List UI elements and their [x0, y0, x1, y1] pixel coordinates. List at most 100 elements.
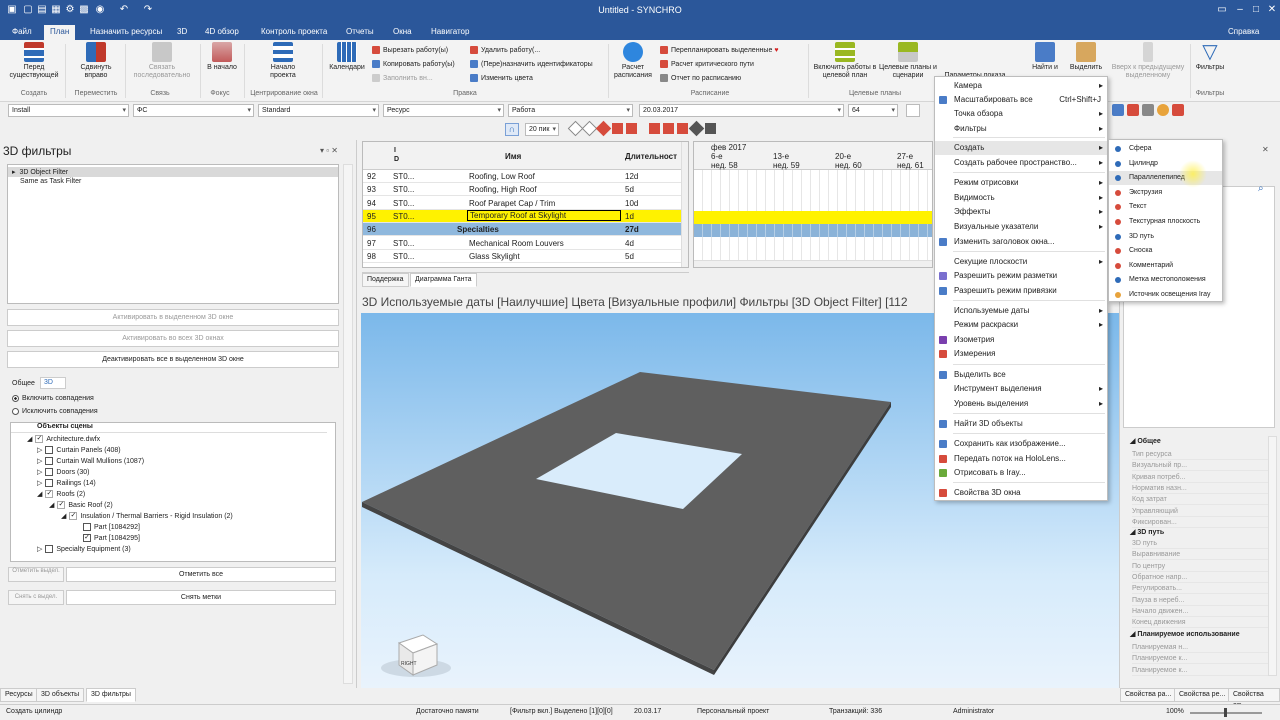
- property-row[interactable]: Регулировать...: [1132, 583, 1276, 595]
- submenu-item[interactable]: Источник освещения Iray: [1109, 288, 1222, 302]
- menu-item[interactable]: Точка обзора: [935, 107, 1107, 121]
- activate-all-button[interactable]: Активировать во всех 3D окнах: [7, 330, 339, 347]
- col-id-header[interactable]: I D: [394, 146, 402, 164]
- property-row[interactable]: Планируемая н...: [1132, 642, 1276, 653]
- table-row[interactable]: 97 ST0... Mechanical Room Louvers 4d: [363, 237, 681, 250]
- menu-item[interactable]: Режим раскраски: [935, 318, 1107, 332]
- critical-path-button[interactable]: Расчет критического пути: [660, 60, 754, 68]
- tab-3d-filter[interactable]: 3D: [40, 377, 66, 389]
- project-start-button[interactable]: Начало проекта: [258, 42, 308, 80]
- tree-node[interactable]: ▷ Curtain Wall Mullions (1087): [37, 457, 144, 465]
- link-sequential-button[interactable]: Связать последовательно: [126, 42, 198, 80]
- unmark-button[interactable]: Снять метки: [66, 590, 336, 605]
- interval-combo[interactable]: 20 пик: [525, 123, 559, 136]
- submenu-item[interactable]: 3D путь: [1109, 230, 1222, 244]
- filter-combo-4[interactable]: Ресурс: [383, 104, 504, 117]
- change-color-button[interactable]: Изменить цвета: [470, 74, 533, 82]
- tree-node[interactable]: ▷ Doors (30): [37, 468, 89, 476]
- menu-item[interactable]: Инструмент выделения: [935, 382, 1107, 396]
- magnet-icon[interactable]: ∩: [505, 123, 519, 136]
- table-row[interactable]: 94 ST0... Roof Parapet Cap / Trim 10d: [363, 197, 681, 210]
- flag-icon[interactable]: [612, 123, 623, 134]
- table-row[interactable]: 95 ST0... Temporary Roof at Skylight 1d: [363, 209, 681, 223]
- link-icon[interactable]: [677, 123, 688, 134]
- filter-item[interactable]: ▸ 3D Object Filter: [8, 167, 338, 177]
- filter-combo-1[interactable]: Install: [8, 104, 129, 117]
- menu-item[interactable]: Отрисовать в Iray...: [935, 466, 1107, 480]
- calendars-button[interactable]: Календари: [326, 42, 368, 72]
- maximize-icon[interactable]: □: [1248, 3, 1264, 17]
- submenu-item[interactable]: Сноска: [1109, 244, 1222, 258]
- tab-windows[interactable]: Окна: [387, 25, 418, 40]
- up-to-prev-button[interactable]: Вверх к предыдущему выделенному: [1106, 42, 1190, 80]
- select-button[interactable]: Выделить: [1066, 42, 1106, 72]
- tab-project-control[interactable]: Контроль проекта: [255, 25, 333, 40]
- tab-4d-review[interactable]: 4D обзор: [199, 25, 245, 40]
- menu-item[interactable]: Сохранить как изображение...: [935, 437, 1107, 451]
- tree-node[interactable]: ▷ Railings (14): [37, 479, 96, 487]
- search-icon[interactable]: ⌕: [1258, 183, 1264, 194]
- tab-3d-objects[interactable]: 3D объекты: [36, 688, 85, 702]
- tree-node[interactable]: ◢ ✓ Insulation / Thermal Barriers - Rigid …: [61, 512, 233, 520]
- menu-item[interactable]: Видимость: [935, 191, 1107, 205]
- tree-node[interactable]: ✓ Part [1084295]: [83, 534, 140, 542]
- display-params-button[interactable]: Параметры показа: [940, 42, 1010, 79]
- toolbar-icon[interactable]: [1172, 104, 1184, 116]
- milestone-icon[interactable]: [595, 120, 612, 137]
- toolbar-icon[interactable]: [906, 104, 920, 117]
- tab-assign-resources[interactable]: Назначить ресурсы: [84, 25, 168, 40]
- toolbar-icon[interactable]: [1112, 104, 1124, 116]
- tree-node[interactable]: Part [1084292]: [83, 523, 140, 531]
- panel-menu-icon[interactable]: ▾ ▫ ✕: [320, 146, 338, 155]
- menu-item[interactable]: Создать рабочее пространство...: [935, 156, 1107, 170]
- toolbar-icon[interactable]: [1157, 104, 1169, 116]
- date-field[interactable]: 20.03.2017: [639, 104, 844, 117]
- submenu-item[interactable]: Текст: [1109, 200, 1222, 214]
- zoom-field[interactable]: 64: [848, 104, 898, 117]
- col-duration-header[interactable]: Длительност: [625, 152, 677, 161]
- menu-item[interactable]: Создать: [935, 141, 1107, 155]
- radio-include[interactable]: Включить совпадения: [12, 395, 94, 402]
- property-row[interactable]: Визуальный пр...: [1132, 460, 1276, 472]
- calc-schedule-button[interactable]: Расчет расписания: [612, 42, 654, 80]
- menu-item[interactable]: Найти 3D объекты: [935, 417, 1107, 431]
- section-general[interactable]: ◢ Общее: [1130, 437, 1161, 445]
- tab-reports[interactable]: Отчеты: [340, 25, 380, 40]
- delete-task-button[interactable]: Удалить работу(...: [470, 46, 540, 54]
- include-target-button[interactable]: Включить работы в целевой план: [812, 42, 878, 80]
- menu-item[interactable]: Масштабировать все Ctrl+Shift+J: [935, 93, 1107, 107]
- tab-3d-filters[interactable]: 3D фильтры: [86, 688, 136, 702]
- find-button[interactable]: Найти и: [1028, 42, 1062, 72]
- property-row[interactable]: 3D путь: [1132, 538, 1276, 549]
- filter-combo-2[interactable]: ФС: [133, 104, 254, 117]
- property-row[interactable]: Фиксирован...: [1132, 517, 1276, 528]
- submenu-item[interactable]: Комментарий: [1109, 259, 1222, 273]
- submenu-item[interactable]: Метка местоположения: [1109, 273, 1222, 287]
- cut-task-button[interactable]: Вырезать работу(ы): [372, 46, 448, 54]
- property-row[interactable]: Тип ресурса: [1132, 449, 1276, 460]
- unmark-selected-button[interactable]: Снять с выдел.: [8, 590, 64, 605]
- zoom-icon[interactable]: [705, 123, 716, 134]
- tab-task-props[interactable]: Свойства ра...: [1120, 688, 1177, 702]
- before-existing-button[interactable]: Перед существующей: [6, 42, 62, 80]
- tab-support[interactable]: Поддержка: [362, 273, 409, 287]
- table-row[interactable]: 92 ST0... Roofing, Low Roof 12d: [363, 170, 681, 183]
- tree-node[interactable]: ▷ Specialty Equipment (3): [37, 545, 131, 553]
- replan-selected-button[interactable]: Перепланировать выделенные ♥: [660, 46, 779, 54]
- panel-scrollbar[interactable]: [343, 164, 353, 684]
- help-link[interactable]: Справка: [1222, 25, 1265, 40]
- menu-item[interactable]: Уровень выделения: [935, 397, 1107, 411]
- table-row[interactable]: 93 ST0... Roofing, High Roof 5d: [363, 183, 681, 197]
- expand-icon[interactable]: ▸: [12, 168, 16, 176]
- activate-selected-button[interactable]: Активировать в выделенном 3D окне: [7, 309, 339, 326]
- radio-exclude[interactable]: Исключить совпадения: [12, 408, 98, 415]
- gantt-scrollbar[interactable]: [694, 260, 932, 267]
- tab-resource-props[interactable]: Свойства ре...: [1174, 688, 1231, 702]
- filter-combo-3[interactable]: Standard: [258, 104, 379, 117]
- toolbar-icon[interactable]: [1127, 104, 1139, 116]
- tree-node[interactable]: ◢ ✓ Architecture.dwfx: [27, 435, 100, 443]
- menu-item[interactable]: Разрешить режим разметки: [935, 269, 1107, 283]
- menu-item[interactable]: Визуальные указатели: [935, 220, 1107, 234]
- property-row[interactable]: Начало движен...: [1132, 606, 1276, 617]
- menu-item[interactable]: Разрешить режим привязки: [935, 284, 1107, 298]
